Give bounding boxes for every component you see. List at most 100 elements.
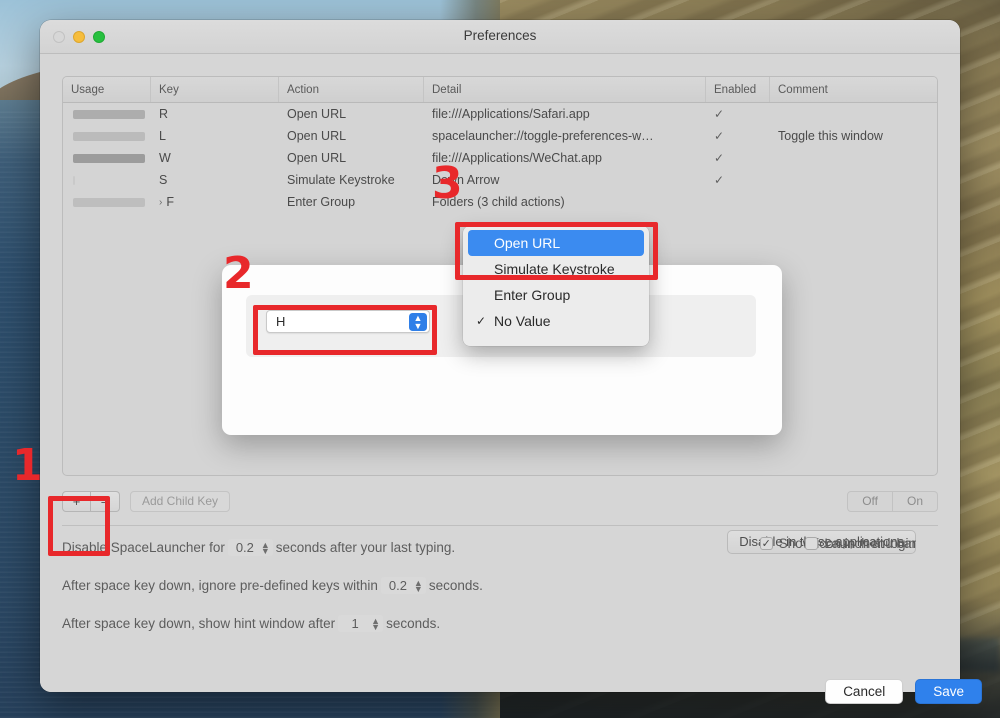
usage-cell <box>63 147 151 169</box>
table-row[interactable]: R Open URL file:///Applications/Safari.a… <box>63 103 937 125</box>
dialog-actions: Cancel Save <box>825 679 982 704</box>
comment-cell <box>770 191 937 213</box>
settings-divider <box>62 525 938 526</box>
action-cell: Simulate Keystroke <box>279 169 424 191</box>
table-row[interactable]: › F Enter Group Folders (3 child actions… <box>63 191 937 213</box>
menu-item-label: Enter Group <box>494 287 570 303</box>
launch-at-login-checkbox[interactable] <box>805 537 818 550</box>
disable-duration-stepper[interactable]: 0.2 ▲▼ <box>228 539 273 556</box>
table-row[interactable]: L Open URL spacelauncher://toggle-prefer… <box>63 125 937 147</box>
action-cell: Open URL <box>279 103 424 125</box>
desktop-background: Preferences Usage Key Action Detail Enab… <box>0 0 1000 718</box>
chevron-updown-icon[interactable]: ▲▼ <box>409 313 427 331</box>
action-cell: Open URL <box>279 125 424 147</box>
column-header-usage[interactable]: Usage <box>63 77 151 102</box>
comment-cell: Toggle this window <box>770 125 937 147</box>
menu-item-label: No Value <box>494 313 551 329</box>
off-on-toggle: Off On <box>847 491 938 512</box>
enabled-checkbox[interactable]: ✓ <box>706 147 770 169</box>
key-label: R <box>159 107 168 121</box>
detail-cell: Down Arrow <box>424 169 706 191</box>
ignore-keys-value[interactable]: 0.2 <box>387 578 409 593</box>
launch-at-login-checkbox-row[interactable]: Launch at login <box>805 536 916 551</box>
usage-bar <box>73 110 145 119</box>
add-child-key-button[interactable]: Add Child Key <box>130 491 230 512</box>
save-button[interactable]: Save <box>915 679 982 704</box>
key-combobox-value[interactable]: H <box>267 314 285 329</box>
usage-bar <box>73 132 145 141</box>
key-cell: › F <box>151 191 279 213</box>
column-header-comment[interactable]: Comment <box>770 77 937 102</box>
enabled-checkbox[interactable]: ✓ <box>706 103 770 125</box>
table-header-row: Usage Key Action Detail Enabled Comment <box>63 77 937 103</box>
hint-window-suffix-label: seconds. <box>386 616 440 631</box>
ignore-keys-prefix-label: After space key down, ignore pre-defined… <box>62 578 378 593</box>
add-remove-segment: + – <box>62 491 120 512</box>
window-title: Preferences <box>40 28 960 43</box>
action-type-popup-menu: Open URL Simulate Keystroke Enter Group … <box>463 226 649 346</box>
column-header-action[interactable]: Action <box>279 77 424 102</box>
comment-cell <box>770 147 937 169</box>
menu-item-label: Open URL <box>494 235 560 251</box>
column-header-detail[interactable]: Detail <box>424 77 706 102</box>
key-cell: L <box>151 125 279 147</box>
window-titlebar: Preferences <box>40 20 960 54</box>
table-row[interactable]: W Open URL file:///Applications/WeChat.a… <box>63 147 937 169</box>
key-label: F <box>166 195 174 209</box>
key-cell: R <box>151 103 279 125</box>
key-cell: W <box>151 147 279 169</box>
comment-cell <box>770 103 937 125</box>
menu-item-no-value[interactable]: ✓ No Value <box>468 308 644 334</box>
add-key-button[interactable]: + <box>62 491 91 512</box>
usage-bar <box>73 176 75 185</box>
usage-bar <box>73 154 145 163</box>
detail-cell: file:///Applications/WeChat.app <box>424 147 706 169</box>
menu-item-open-url[interactable]: Open URL <box>468 230 644 256</box>
cancel-button[interactable]: Cancel <box>825 679 903 704</box>
enabled-checkbox[interactable]: ✓ <box>706 125 770 147</box>
stepper-arrows-icon[interactable]: ▲▼ <box>261 542 270 554</box>
enabled-checkbox[interactable] <box>706 191 770 213</box>
menu-item-label: Simulate Keystroke <box>494 261 615 277</box>
detail-cell: Folders (3 child actions) <box>424 191 706 213</box>
usage-cell <box>63 169 151 191</box>
detail-cell: spacelauncher://toggle-preferences-w… <box>424 125 706 147</box>
table-toolbar: + – Add Child Key Off On <box>62 490 938 512</box>
key-label: L <box>159 129 166 143</box>
ignore-keys-suffix-label: seconds. <box>429 578 483 593</box>
stepper-arrows-icon[interactable]: ▲▼ <box>371 618 380 630</box>
annotation-number-3: 3 <box>432 162 463 206</box>
key-label: S <box>159 173 167 187</box>
annotation-number-1: 1 <box>12 444 43 488</box>
enabled-checkbox[interactable]: ✓ <box>706 169 770 191</box>
menu-check-icon: ✓ <box>476 314 486 328</box>
detail-cell: file:///Applications/Safari.app <box>424 103 706 125</box>
usage-cell <box>63 125 151 147</box>
setting-row-hint-window: After space key down, show hint window a… <box>62 608 938 640</box>
key-label: W <box>159 151 171 165</box>
usage-cell <box>63 191 151 213</box>
comment-cell <box>770 169 937 191</box>
remove-key-button[interactable]: – <box>91 491 120 512</box>
hint-window-stepper[interactable]: 1 ▲▼ <box>338 615 383 632</box>
toggle-off-button[interactable]: Off <box>847 491 893 512</box>
hint-window-value[interactable]: 1 <box>344 616 366 631</box>
column-header-key[interactable]: Key <box>151 77 279 102</box>
menu-item-enter-group[interactable]: Enter Group <box>468 282 644 308</box>
ignore-keys-stepper[interactable]: 0.2 ▲▼ <box>381 577 426 594</box>
table-row[interactable]: S Simulate Keystroke Down Arrow ✓ <box>63 169 937 191</box>
key-combobox[interactable]: H ▲▼ <box>266 310 430 333</box>
disable-duration-value[interactable]: 0.2 <box>234 540 256 555</box>
usage-bar <box>73 198 145 207</box>
toggle-on-button[interactable]: On <box>893 491 938 512</box>
launch-at-login-label: Launch at login <box>824 536 916 551</box>
disable-duration-suffix-label: seconds after your last typing. <box>276 540 455 555</box>
disable-duration-prefix-label: Disable SpaceLauncher for <box>62 540 225 555</box>
menu-item-simulate-keystroke[interactable]: Simulate Keystroke <box>468 256 644 282</box>
disclosure-triangle-icon[interactable]: › <box>159 197 162 208</box>
stepper-arrows-icon[interactable]: ▲▼ <box>414 580 423 592</box>
hint-window-prefix-label: After space key down, show hint window a… <box>62 616 335 631</box>
show-icon-checkbox[interactable]: ✓ <box>760 537 773 550</box>
setting-row-ignore-keys: After space key down, ignore pre-defined… <box>62 570 938 602</box>
column-header-enabled[interactable]: Enabled <box>706 77 770 102</box>
